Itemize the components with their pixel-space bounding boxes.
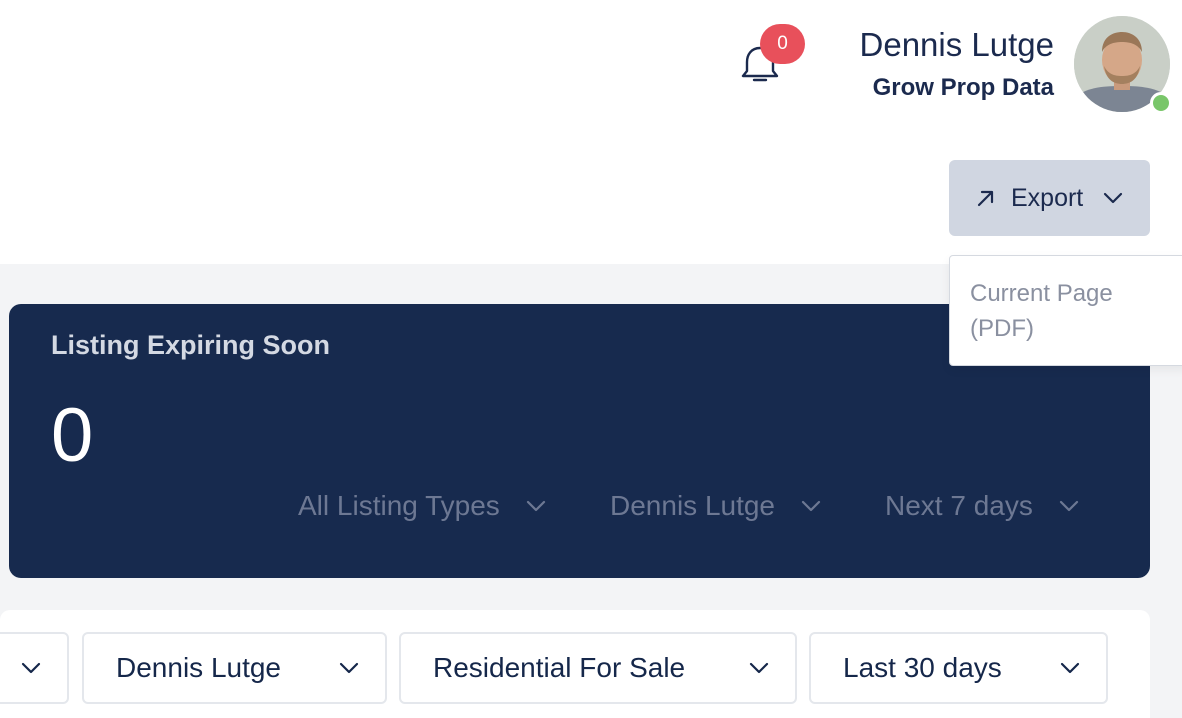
chevron-down-icon bbox=[749, 662, 769, 674]
listing-type-filter[interactable]: All Listing Types bbox=[298, 490, 546, 522]
listing-category-select-label: Residential For Sale bbox=[433, 652, 686, 683]
listing-type-filter-label: All Listing Types bbox=[298, 490, 500, 521]
period-filter[interactable]: Next 7 days bbox=[885, 490, 1079, 522]
arrow-up-right-icon bbox=[977, 190, 994, 207]
chevron-down-icon bbox=[1060, 662, 1080, 674]
date-range-select-label: Last 30 days bbox=[843, 652, 1002, 683]
date-range-select[interactable]: Last 30 days bbox=[809, 632, 1108, 704]
notification-count-badge[interactable]: 0 bbox=[760, 24, 805, 64]
card-title: Listing Expiring Soon bbox=[51, 330, 330, 360]
chevron-down-icon bbox=[1104, 192, 1123, 204]
export-label: Export bbox=[1011, 183, 1084, 212]
top-header bbox=[0, 0, 1182, 132]
agent-filter[interactable]: Dennis Lutge bbox=[610, 490, 821, 522]
chevron-down-icon bbox=[801, 500, 821, 512]
chevron-down-icon bbox=[1059, 500, 1078, 512]
card-value: 0 bbox=[51, 393, 94, 478]
period-filter-label: Next 7 days bbox=[885, 490, 1033, 521]
listing-category-select[interactable]: Residential For Sale bbox=[399, 632, 797, 704]
export-dropdown-menu: Current Page (PDF) bbox=[949, 255, 1182, 366]
chevron-down-icon bbox=[339, 662, 359, 674]
chevron-down-icon bbox=[526, 500, 545, 512]
agent-select[interactable]: Dennis Lutge bbox=[82, 632, 387, 704]
filter-select-partial[interactable] bbox=[0, 632, 69, 704]
agent-select-label: Dennis Lutge bbox=[116, 652, 282, 683]
export-button[interactable]: Export bbox=[949, 160, 1150, 236]
user-organization: Grow Prop Data bbox=[872, 74, 1054, 101]
agent-filter-label: Dennis Lutge bbox=[610, 490, 776, 521]
online-status-indicator bbox=[1150, 92, 1172, 114]
user-name: Dennis Lutge bbox=[859, 26, 1054, 63]
export-menu-item-current-page-pdf[interactable]: Current Page (PDF) bbox=[970, 276, 1150, 346]
chevron-down-icon bbox=[21, 662, 41, 674]
